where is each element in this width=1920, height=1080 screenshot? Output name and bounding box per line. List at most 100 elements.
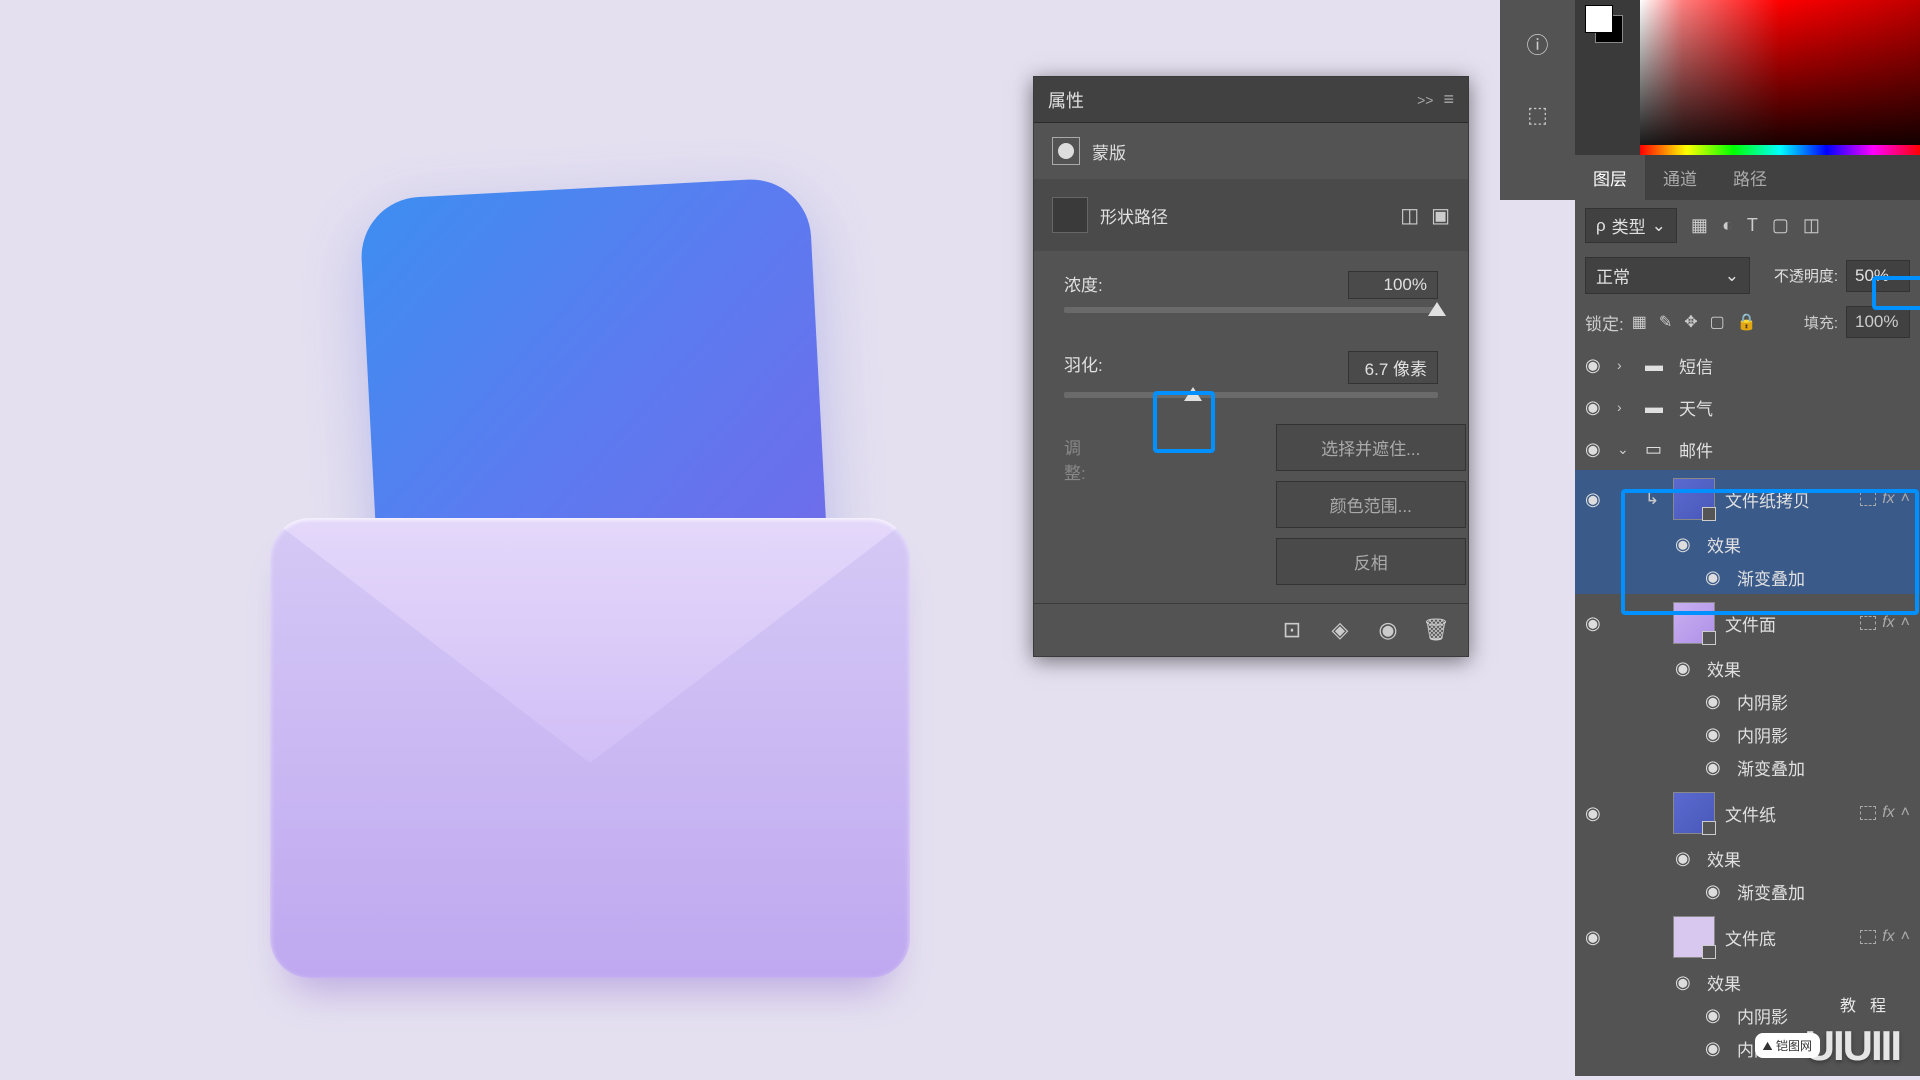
visibility-icon[interactable]: ◉ — [1585, 927, 1607, 948]
filter-type-icon[interactable]: T — [1747, 215, 1758, 236]
chevron-up-icon[interactable]: ˄ — [1901, 804, 1910, 822]
select-and-mask-button[interactable]: 选择并遮住... — [1276, 424, 1466, 471]
feather-slider-thumb[interactable] — [1184, 387, 1202, 401]
layer-file-paper[interactable]: ◉ 文件纸 fx˄ — [1575, 784, 1920, 842]
apply-mask-icon[interactable]: ◈ — [1328, 618, 1352, 642]
layer-group-mail[interactable]: ◉ ⌄ ▭ 邮件 — [1575, 428, 1920, 470]
blend-mode-select[interactable]: 正常 ⌄ — [1585, 257, 1750, 294]
link-icon[interactable] — [1860, 930, 1876, 944]
fill-field[interactable]: 100% — [1846, 306, 1910, 338]
density-slider-thumb[interactable] — [1428, 302, 1446, 316]
link-icon[interactable] — [1860, 616, 1876, 630]
opacity-field[interactable]: 50% — [1846, 260, 1910, 292]
tab-channels[interactable]: 通道 — [1645, 155, 1715, 200]
layer-effects-row[interactable]: ◉效果 — [1575, 652, 1920, 685]
density-value[interactable]: 100% — [1348, 271, 1438, 299]
visibility-icon[interactable]: ◉ — [1585, 489, 1607, 510]
layer-thumbnail[interactable] — [1673, 916, 1715, 958]
effect-gradient-overlay[interactable]: ◉ 渐变叠加 — [1575, 561, 1920, 594]
layers-panel-tabs: 图层 通道 路径 — [1575, 155, 1920, 200]
link-icon[interactable] — [1860, 492, 1876, 506]
chevron-up-icon[interactable]: ˄ — [1901, 614, 1910, 632]
visibility-icon[interactable]: ◉ — [1705, 1005, 1727, 1026]
cube-3d-icon[interactable]: ⬚ — [1500, 90, 1575, 140]
effect-gradient-overlay[interactable]: ◉渐变叠加 — [1575, 751, 1920, 784]
mask-icon[interactable] — [1052, 137, 1080, 165]
load-selection-icon[interactable]: ⊡ — [1280, 618, 1304, 642]
visibility-icon[interactable]: ◉ — [1705, 757, 1727, 778]
add-mask-icon[interactable]: ◫ — [1400, 203, 1419, 228]
visibility-icon[interactable]: ◉ — [1585, 613, 1607, 634]
effect-inner-shadow[interactable]: ◉内阴影 — [1575, 685, 1920, 718]
delete-mask-icon[interactable]: 🗑 — [1424, 618, 1448, 642]
layer-file-bottom[interactable]: ◉ 文件底 fx˄ — [1575, 908, 1920, 966]
color-swatch[interactable] — [1585, 5, 1627, 47]
lock-transparency-icon[interactable]: ▦ — [1632, 312, 1647, 332]
expand-icon[interactable]: › — [1617, 357, 1635, 373]
visibility-icon[interactable]: ◉ — [1675, 972, 1697, 993]
tab-layers[interactable]: 图层 — [1575, 155, 1645, 200]
chevron-down-icon: ⌄ — [1725, 266, 1739, 286]
filter-smart-icon[interactable]: ◫ — [1803, 215, 1820, 236]
filter-adjustment-icon[interactable]: ◐ — [1722, 215, 1733, 236]
visibility-icon[interactable]: ◉ — [1705, 691, 1727, 712]
visibility-icon[interactable]: ◉ — [1585, 397, 1607, 418]
density-section: 浓度: 100% — [1034, 251, 1468, 321]
shape-thumbnail[interactable] — [1052, 197, 1088, 233]
shape-path-label: 形状路径 — [1100, 203, 1168, 228]
feather-slider[interactable] — [1064, 392, 1438, 398]
path-select-icon[interactable]: ▣ — [1431, 203, 1450, 228]
visibility-icon[interactable]: ◉ — [1705, 567, 1727, 588]
effect-gradient-overlay[interactable]: ◉渐变叠加 — [1575, 875, 1920, 908]
color-range-button[interactable]: 颜色范围... — [1276, 481, 1466, 528]
density-slider[interactable] — [1064, 307, 1438, 313]
info-icon[interactable]: ⓘ — [1524, 30, 1552, 58]
visibility-icon[interactable]: ◉ — [1705, 881, 1727, 902]
visibility-icon[interactable]: ◉ — [1705, 1038, 1727, 1059]
layer-thumbnail[interactable] — [1673, 478, 1715, 520]
adjust-label: 调整: — [1064, 434, 1086, 585]
visibility-icon[interactable]: ◉ — [1585, 439, 1607, 460]
visibility-icon[interactable]: ◉ — [1585, 355, 1607, 376]
folder-icon: ▬ — [1645, 397, 1669, 418]
canvas-area[interactable] — [0, 0, 1190, 1076]
chevron-down-icon: ⌄ — [1652, 216, 1666, 236]
chevron-up-icon[interactable]: ˄ — [1901, 490, 1910, 508]
visibility-icon[interactable]: ◉ — [1585, 803, 1607, 824]
foreground-color[interactable] — [1585, 5, 1613, 33]
panel-menu-icon[interactable]: ≡ — [1443, 89, 1454, 110]
hue-bar[interactable] — [1640, 145, 1920, 155]
layer-file-face[interactable]: ◉ 文件面 fx˄ — [1575, 594, 1920, 652]
toggle-mask-icon[interactable]: ◉ — [1376, 618, 1400, 642]
layer-group-weather[interactable]: ◉ › ▬ 天气 — [1575, 386, 1920, 428]
visibility-icon[interactable]: ◉ — [1675, 534, 1697, 555]
lock-position-icon[interactable]: ✥ — [1684, 312, 1697, 332]
layer-effects-row[interactable]: ◉效果 — [1575, 842, 1920, 875]
layer-group-sms[interactable]: ◉ › ▬ 短信 — [1575, 344, 1920, 386]
filter-shape-icon[interactable]: ▢ — [1772, 215, 1789, 236]
layer-paper-copy[interactable]: ◉ ↳ 文件纸拷贝 fx˄ — [1575, 470, 1920, 528]
color-spectrum[interactable] — [1640, 0, 1920, 145]
collapse-icon[interactable]: >> — [1417, 92, 1433, 108]
layer-filter-row: ρ 类型 ⌄ ▦ ◐ T ▢ ◫ — [1575, 200, 1920, 251]
filter-type-select[interactable]: ρ 类型 ⌄ — [1585, 208, 1677, 243]
visibility-icon[interactable]: ◉ — [1705, 724, 1727, 745]
filter-pixel-icon[interactable]: ▦ — [1691, 215, 1708, 236]
link-icon[interactable] — [1860, 806, 1876, 820]
chevron-up-icon[interactable]: ˄ — [1901, 928, 1910, 946]
effect-inner-shadow[interactable]: ◉内阴影 — [1575, 718, 1920, 751]
lock-all-icon[interactable]: 🔒 — [1737, 312, 1757, 332]
layer-thumbnail[interactable] — [1673, 792, 1715, 834]
visibility-icon[interactable]: ◉ — [1675, 848, 1697, 869]
lock-artboard-icon[interactable]: ▢ — [1710, 312, 1725, 332]
layer-thumbnail[interactable] — [1673, 602, 1715, 644]
feather-value[interactable]: 6.7 像素 — [1348, 351, 1438, 384]
invert-button[interactable]: 反相 — [1276, 538, 1466, 585]
expand-icon[interactable]: › — [1617, 399, 1635, 415]
collapse-icon[interactable]: ⌄ — [1617, 441, 1635, 458]
lock-pixels-icon[interactable]: ✎ — [1659, 312, 1672, 332]
visibility-icon[interactable]: ◉ — [1675, 658, 1697, 679]
properties-header[interactable]: 属性 >> ≡ — [1034, 77, 1468, 123]
layer-effects-row[interactable]: ◉ 效果 — [1575, 528, 1920, 561]
tab-paths[interactable]: 路径 — [1715, 155, 1785, 200]
